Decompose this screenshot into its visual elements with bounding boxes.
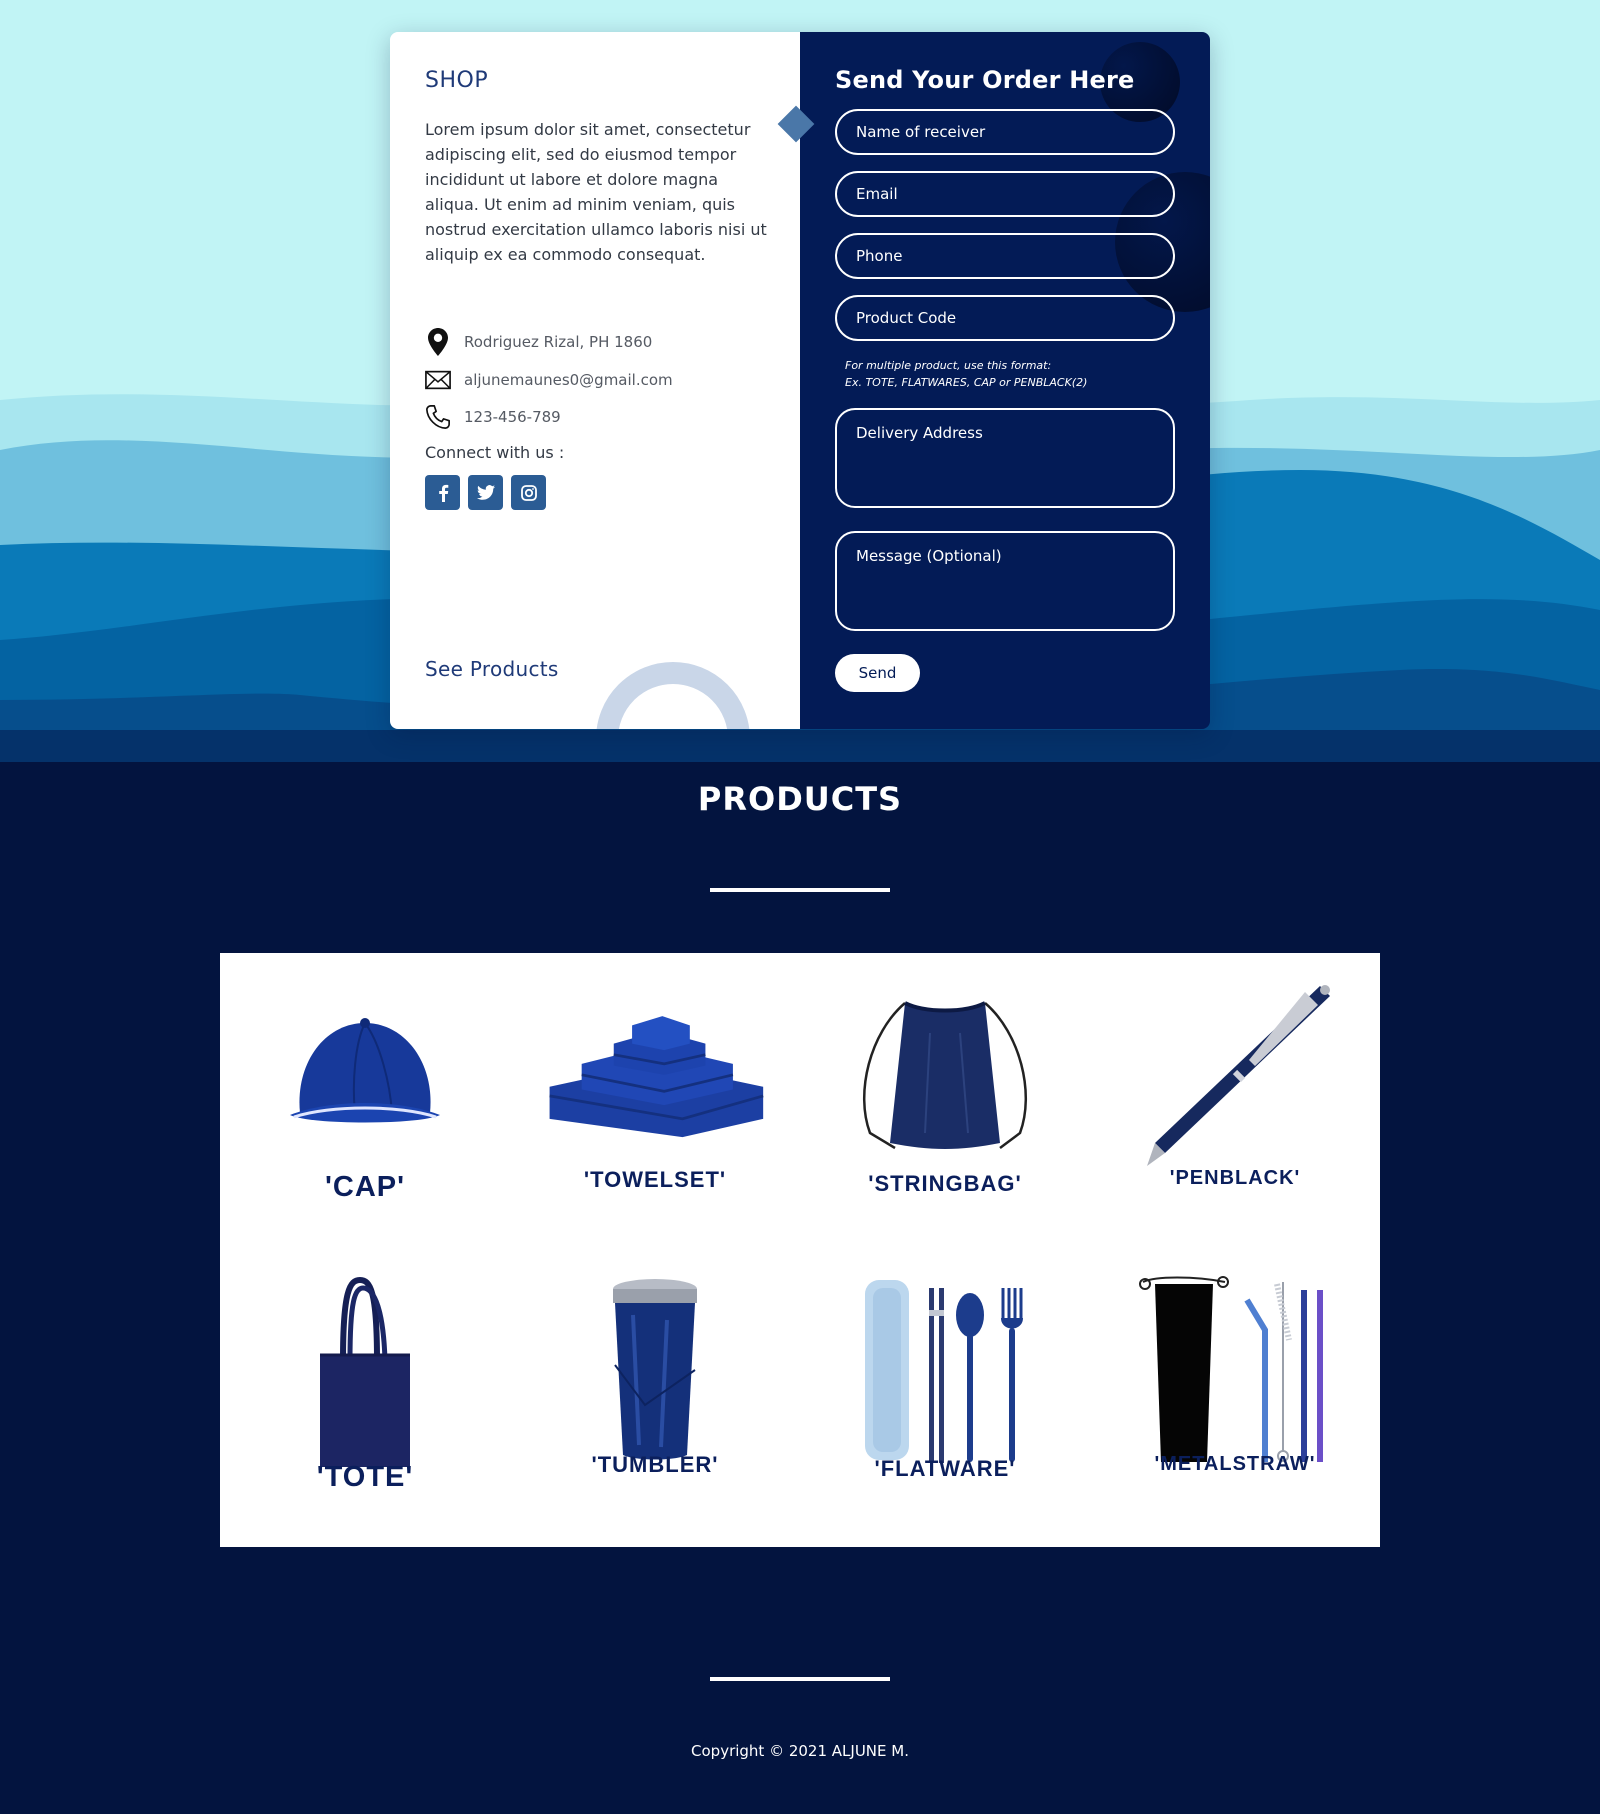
- order-form-panel: Send Your Order Here Name of receiver Em…: [800, 32, 1210, 729]
- instagram-button[interactable]: [511, 475, 546, 510]
- email-row: aljunemaunes0@gmail.com: [425, 365, 673, 395]
- metalstraw-image: [1125, 1270, 1345, 1470]
- instagram-icon: [520, 484, 537, 501]
- message-placeholder: Message (Optional): [856, 547, 1002, 565]
- tumbler-image: [545, 1270, 765, 1470]
- hint-line-1: For multiple product, use this format:: [845, 359, 1052, 372]
- see-products-link[interactable]: See Products: [425, 657, 559, 681]
- delivery-address-placeholder: Delivery Address: [856, 424, 983, 442]
- social-links: [425, 475, 546, 510]
- product-card-tote[interactable]: 'TOTE': [220, 1250, 510, 1547]
- product-label: 'TOTE': [316, 1461, 414, 1493]
- delivery-address-textarea[interactable]: Delivery Address: [835, 408, 1175, 508]
- product-code-placeholder: Product Code: [856, 309, 957, 327]
- address-row: Rodriguez Rizal, PH 1860: [425, 327, 652, 357]
- phone-row: 123-456-789: [425, 402, 561, 432]
- product-card-stringbag[interactable]: 'STRINGBAG': [800, 953, 1090, 1250]
- product-label: 'TUMBLER': [591, 1452, 719, 1477]
- connect-label: Connect with us :: [425, 443, 565, 462]
- copyright-text: Copyright © 2021 ALJUNE M.: [691, 1742, 909, 1760]
- email-input[interactable]: Email: [835, 171, 1175, 217]
- phone-icon: [425, 402, 451, 432]
- flatware-image: [835, 1270, 1055, 1470]
- address-text: Rodriguez Rizal, PH 1860: [464, 333, 653, 351]
- product-code-input[interactable]: Product Code: [835, 295, 1175, 341]
- product-card-penblack[interactable]: 'PENBLACK': [1090, 953, 1380, 1250]
- product-card-cap[interactable]: 'CAP': [220, 953, 510, 1250]
- product-label: 'CAP': [324, 1171, 406, 1203]
- send-button[interactable]: Send: [835, 654, 920, 692]
- product-label: 'FLATWARE': [874, 1456, 1016, 1481]
- receiver-name-input[interactable]: Name of receiver: [835, 109, 1175, 155]
- products-heading: PRODUCTS: [697, 780, 903, 818]
- decorative-ring: [596, 662, 750, 729]
- tote-image: [255, 1270, 475, 1470]
- product-card-towelset[interactable]: 'TOWELSET': [510, 953, 800, 1250]
- phone-input[interactable]: Phone: [835, 233, 1175, 279]
- facebook-button[interactable]: [425, 475, 460, 510]
- towelset-image: [545, 973, 765, 1173]
- cap-image: [255, 973, 475, 1173]
- email-placeholder: Email: [856, 185, 898, 203]
- shop-description: Lorem ipsum dolor sit amet, consectetur …: [425, 120, 767, 264]
- facebook-icon: [438, 484, 448, 502]
- shop-title: SHOP: [425, 68, 489, 93]
- twitter-button[interactable]: [468, 475, 503, 510]
- shop-info-panel: SHOP Lorem ipsum dolor sit amet, consect…: [390, 32, 800, 729]
- product-code-hint: For multiple product, use this format: E…: [845, 357, 1087, 391]
- location-pin-icon: [425, 327, 451, 357]
- hint-line-2: Ex. TOTE, FLATWARES, CAP or PENBLACK(2): [845, 376, 1088, 389]
- product-card-metalstraw[interactable]: 'METALSTRAW': [1090, 1250, 1380, 1547]
- phone-text[interactable]: 123-456-789: [464, 408, 561, 426]
- product-label: 'METALSTRAW': [1154, 1453, 1316, 1475]
- product-grid: 'CAP' 'TOWELSET' 'STRINGBAG' 'PENBLACK' …: [220, 953, 1380, 1547]
- section-divider: [710, 888, 890, 892]
- section-divider: [710, 1677, 890, 1681]
- email-text[interactable]: aljunemaunes0@gmail.com: [464, 371, 673, 389]
- product-card-flatware[interactable]: 'FLATWARE': [800, 1250, 1090, 1547]
- product-label: 'TOWELSET': [583, 1167, 727, 1192]
- contact-card: SHOP Lorem ipsum dolor sit amet, consect…: [390, 32, 1210, 729]
- phone-placeholder: Phone: [856, 247, 903, 265]
- product-label: 'PENBLACK': [1169, 1167, 1301, 1189]
- stringbag-image: [835, 973, 1055, 1173]
- penblack-image: [1125, 973, 1345, 1173]
- order-form-title: Send Your Order Here: [835, 66, 1135, 94]
- envelope-icon: [425, 365, 451, 395]
- twitter-icon: [476, 485, 495, 500]
- product-card-tumbler[interactable]: 'TUMBLER': [510, 1250, 800, 1547]
- receiver-name-placeholder: Name of receiver: [856, 123, 986, 141]
- product-label: 'STRINGBAG': [868, 1171, 1022, 1196]
- message-textarea[interactable]: Message (Optional): [835, 531, 1175, 631]
